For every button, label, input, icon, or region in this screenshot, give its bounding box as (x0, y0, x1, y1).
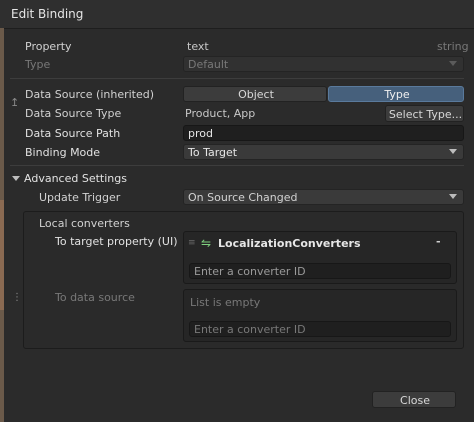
select-type-button[interactable]: Select Type... (385, 105, 464, 122)
list-empty-text: List is empty (190, 296, 261, 309)
converter-item-name: LocalizationConverters (218, 237, 361, 250)
drag-handle-icon[interactable]: ⋮ (12, 292, 22, 303)
title-bar: Edit Binding (0, 0, 474, 29)
source-converter-id-input[interactable]: Enter a converter ID (189, 321, 451, 337)
select-type-label: Select Type... (388, 108, 463, 121)
converter-id-input[interactable]: Enter a converter ID (189, 263, 451, 279)
local-converters-header: Local converters (39, 217, 130, 230)
binding-link-icon: ↥ (10, 96, 20, 109)
converter-group-icon: ⇋ (201, 236, 212, 250)
separator (10, 78, 464, 79)
remove-converter-button[interactable]: - (436, 235, 441, 248)
property-value: text (187, 40, 209, 53)
background-window-strip-accent (0, 200, 4, 310)
data-source-path-value: prod (188, 127, 213, 140)
to-source-list: List is empty Enter a converter ID (183, 289, 457, 342)
property-type: string (437, 40, 469, 53)
data-source-path-input[interactable]: prod (183, 125, 464, 141)
data-source-label: Data Source (inherited) (25, 88, 155, 101)
converter-id-placeholder: Enter a converter ID (194, 265, 306, 278)
object-toggle-label: Object (238, 88, 274, 101)
data-source-path-label: Data Source Path (25, 127, 121, 140)
foldout-arrow-icon[interactable] (12, 176, 20, 181)
update-trigger-dropdown[interactable]: On Source Changed (183, 189, 464, 205)
data-source-type-value: Product, App (185, 107, 256, 120)
binding-mode-value: To Target (188, 146, 238, 159)
close-button-label: Close (400, 394, 430, 407)
to-target-label: To target property (UI) (55, 235, 178, 248)
close-button[interactable]: Close (372, 391, 456, 408)
chevron-down-icon (449, 194, 457, 199)
drag-handle-icon[interactable]: ≡ (188, 238, 196, 248)
property-label: Property (25, 40, 72, 53)
data-source-type-toggle[interactable]: Type (328, 86, 464, 102)
chevron-down-icon (449, 61, 457, 66)
update-trigger-value: On Source Changed (188, 191, 298, 204)
window-title: Edit Binding (11, 7, 84, 21)
to-target-list: ≡ ⇋ LocalizationConverters - Enter a con… (183, 231, 457, 284)
to-source-label: To data source (55, 291, 135, 304)
binding-mode-dropdown[interactable]: To Target (183, 144, 464, 160)
type-label: Type (25, 58, 51, 71)
separator (10, 165, 464, 166)
data-source-object-toggle[interactable]: Object (183, 86, 327, 102)
data-source-type-label: Data Source Type (25, 107, 122, 120)
binding-mode-label: Binding Mode (25, 146, 101, 159)
advanced-settings-header[interactable]: Advanced Settings (24, 172, 127, 185)
source-converter-id-placeholder: Enter a converter ID (194, 323, 306, 336)
type-dropdown-value: Default (188, 58, 229, 71)
type-toggle-label: Type (384, 88, 410, 101)
update-trigger-label: Update Trigger (39, 191, 121, 204)
type-dropdown: Default (183, 56, 464, 72)
chevron-down-icon (449, 149, 457, 154)
